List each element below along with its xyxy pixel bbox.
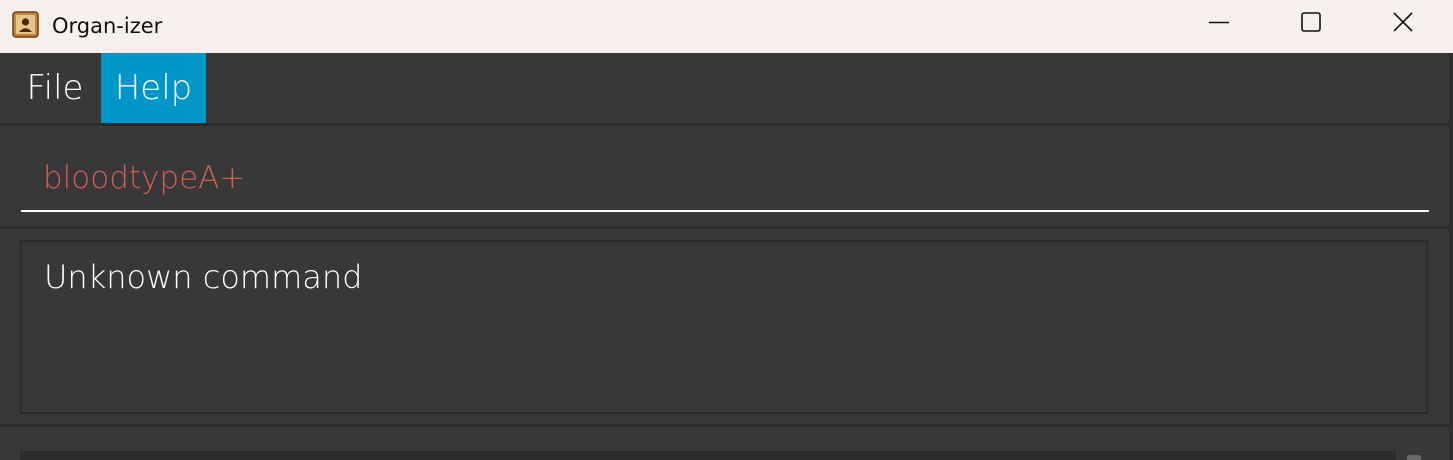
window-edge: [1449, 53, 1453, 460]
menu-file[interactable]: File: [17, 53, 93, 123]
window-title: Organ-izer: [52, 14, 163, 38]
maximize-icon: [1300, 11, 1322, 37]
scrollbar-thumb[interactable]: [1407, 455, 1421, 460]
result-message: Unknown command: [44, 258, 363, 296]
divider: [0, 226, 1453, 229]
menu-bar: File Help: [0, 53, 1453, 123]
close-icon: [1392, 11, 1414, 37]
menu-help[interactable]: Help: [101, 53, 206, 123]
close-button[interactable]: [1357, 0, 1449, 48]
minimize-icon: [1208, 11, 1230, 37]
divider: [0, 424, 1453, 427]
maximize-button[interactable]: [1265, 0, 1357, 48]
minimize-button[interactable]: [1173, 0, 1265, 48]
result-display[interactable]: Unknown command: [20, 240, 1428, 414]
list-panel[interactable]: [20, 451, 1396, 460]
title-bar[interactable]: Organ-izer: [0, 0, 1453, 53]
command-input[interactable]: [21, 146, 1429, 212]
app-window: Organ-izer File Help bloodtypeA+ Unknown…: [0, 0, 1453, 460]
address-book-icon: [12, 11, 39, 38]
command-box: [0, 126, 1453, 226]
